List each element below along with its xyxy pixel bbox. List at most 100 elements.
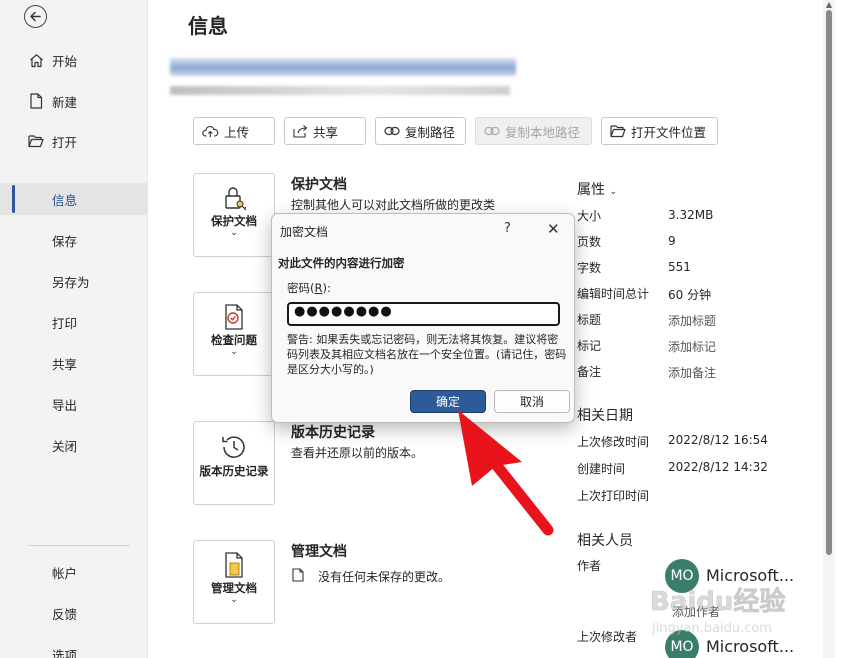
nav-divider bbox=[28, 545, 130, 546]
date-val-modified: 2022/8/12 16:54 bbox=[668, 433, 768, 447]
related-people-heading: 相关人员 bbox=[577, 533, 633, 549]
scrollbar-thumb[interactable] bbox=[826, 10, 832, 555]
date-key-modified: 上次修改时间 bbox=[577, 435, 650, 449]
nav-item-feedback[interactable]: 反馈 bbox=[0, 597, 147, 629]
page-title: 信息 bbox=[188, 14, 228, 38]
encrypt-document-dialog: 加密文档 ? ✕ 对此文件的内容进行加密 密码(R): ●●●●●●●● 警告:… bbox=[271, 213, 575, 423]
cancel-button[interactable]: 取消 bbox=[494, 390, 570, 413]
dialog-title: 加密文档 bbox=[280, 225, 329, 239]
nav-label: 开始 bbox=[52, 53, 78, 69]
copy-path-button[interactable]: 复制路径 bbox=[375, 117, 466, 145]
nav-item-save-as[interactable]: 另存为 bbox=[0, 265, 147, 297]
open-file-location-button[interactable]: 打开文件位置 bbox=[601, 117, 718, 145]
nav-item-new[interactable]: 新建 bbox=[0, 85, 147, 117]
home-icon bbox=[28, 52, 44, 68]
date-val-created: 2022/8/12 14:32 bbox=[668, 460, 768, 474]
prop-val-title[interactable]: 添加标题 bbox=[668, 312, 716, 329]
nav-label: 打印 bbox=[52, 315, 78, 331]
password-field[interactable]: ●●●●●●●● bbox=[287, 302, 560, 326]
scroll-up-icon[interactable]: ▲ bbox=[824, 0, 834, 10]
prop-key-pages: 页数 bbox=[577, 235, 602, 249]
password-label-text: 密码( bbox=[287, 281, 315, 295]
share-icon bbox=[293, 125, 308, 138]
nav-item-save[interactable]: 保存 bbox=[0, 224, 147, 256]
open-location-label: 打开文件位置 bbox=[631, 124, 707, 140]
chevron-down-icon: ⌄ bbox=[609, 187, 617, 197]
prop-val-tags[interactable]: 添加标记 bbox=[668, 338, 716, 355]
nav-item-account[interactable]: 帐户 bbox=[0, 556, 147, 588]
prop-key-tags: 标记 bbox=[577, 339, 602, 353]
protect-description: 控制其他人可以对此文档所做的更改类 bbox=[291, 198, 496, 212]
manage-document-icon bbox=[225, 552, 243, 578]
dialog-heading: 对此文件的内容进行加密 bbox=[278, 256, 405, 270]
nav-item-open[interactable]: 打开 bbox=[0, 125, 147, 157]
copy-path-label: 复制路径 bbox=[405, 124, 456, 140]
history-clock-icon bbox=[222, 436, 245, 458]
help-icon[interactable]: ? bbox=[504, 221, 511, 236]
open-folder-icon bbox=[610, 125, 626, 138]
prop-key-comments: 备注 bbox=[577, 365, 602, 379]
date-key-printed: 上次打印时间 bbox=[577, 489, 650, 503]
file-name-blurred bbox=[170, 58, 516, 76]
nav-label: 新建 bbox=[52, 94, 78, 110]
nav-item-options[interactable]: 选项 bbox=[0, 638, 147, 658]
share-label: 共享 bbox=[313, 124, 339, 140]
manage-document-button[interactable]: 管理文档 ⌄ bbox=[193, 540, 275, 624]
avatar: MO bbox=[665, 559, 699, 593]
prop-key-edit-time: 编辑时间总计 bbox=[577, 287, 650, 301]
document-saved-icon bbox=[292, 568, 304, 582]
lock-key-icon bbox=[225, 187, 247, 211]
version-history-button[interactable]: 版本历史记录 bbox=[193, 421, 275, 505]
nav-label: 共享 bbox=[52, 356, 78, 372]
last-modified-by-label: 上次修改者 bbox=[577, 630, 638, 644]
chevron-down-icon: ⌄ bbox=[230, 347, 238, 357]
inspect-document-button[interactable]: 检查问题 ⌄ bbox=[193, 292, 275, 376]
nav-item-export[interactable]: 导出 bbox=[0, 388, 147, 420]
manage-title: 管理文档 bbox=[291, 544, 347, 560]
nav-label: 导出 bbox=[52, 397, 78, 413]
history-description: 查看并还原以前的版本。 bbox=[291, 446, 424, 460]
copy-local-path-button[interactable]: 复制本地路径 bbox=[475, 117, 592, 145]
password-label: 密码(R): bbox=[287, 280, 331, 296]
close-icon[interactable]: ✕ bbox=[547, 220, 560, 238]
cloud-upload-icon bbox=[202, 126, 219, 137]
upload-button[interactable]: 上传 bbox=[193, 117, 275, 145]
password-access-key: R bbox=[314, 281, 323, 295]
add-author-link[interactable]: 添加作者 bbox=[672, 603, 720, 620]
history-title: 版本历史记录 bbox=[291, 425, 375, 441]
chevron-down-icon: ⌄ bbox=[230, 595, 238, 605]
related-dates-heading: 相关日期 bbox=[577, 408, 633, 424]
inspect-card-label: 检查问题 bbox=[211, 333, 257, 347]
nav-item-share[interactable]: 共享 bbox=[0, 347, 147, 379]
manage-description: 没有任何未保存的更改。 bbox=[318, 570, 451, 584]
modifier-name[interactable]: Microsoft... bbox=[706, 637, 794, 656]
nav-label: 反馈 bbox=[52, 606, 78, 622]
new-document-icon bbox=[28, 93, 44, 109]
share-button[interactable]: 共享 bbox=[284, 117, 366, 145]
file-path-blurred bbox=[170, 86, 510, 95]
nav-label: 帐户 bbox=[52, 565, 78, 581]
date-key-created: 创建时间 bbox=[577, 462, 626, 476]
author-name[interactable]: Microsoft... bbox=[706, 566, 794, 585]
prop-val-comments[interactable]: 添加备注 bbox=[668, 364, 716, 381]
inspect-document-icon bbox=[225, 304, 243, 330]
prop-key-words: 字数 bbox=[577, 261, 602, 275]
back-arrow-icon[interactable] bbox=[24, 5, 47, 28]
properties-heading[interactable]: 属性 ⌄ bbox=[577, 179, 617, 199]
author-label: 作者 bbox=[577, 559, 602, 573]
password-label-end: ): bbox=[322, 281, 331, 295]
nav-label: 打开 bbox=[52, 134, 78, 150]
nav-item-print[interactable]: 打印 bbox=[0, 306, 147, 338]
nav-item-home[interactable]: 开始 bbox=[0, 44, 147, 76]
svg-text:jingyan.baidu.com: jingyan.baidu.com bbox=[651, 621, 772, 636]
prop-val-edit-time: 60 分钟 bbox=[668, 288, 712, 302]
nav-label: 选项 bbox=[52, 647, 78, 658]
nav-item-info[interactable]: 信息 bbox=[0, 183, 147, 215]
manage-card-label: 管理文档 bbox=[211, 581, 257, 595]
history-card-label: 版本历史记录 bbox=[199, 464, 269, 478]
ok-button[interactable]: 确定 bbox=[410, 390, 486, 413]
nav-item-close[interactable]: 关闭 bbox=[0, 429, 147, 461]
protect-document-button[interactable]: 保护文档 ⌄ bbox=[193, 173, 275, 257]
nav-label: 保存 bbox=[52, 233, 78, 249]
password-warning: 警告: 如果丢失或忘记密码，则无法将其恢复。建议将密码列表及其相应文档名放在一个… bbox=[287, 333, 567, 376]
